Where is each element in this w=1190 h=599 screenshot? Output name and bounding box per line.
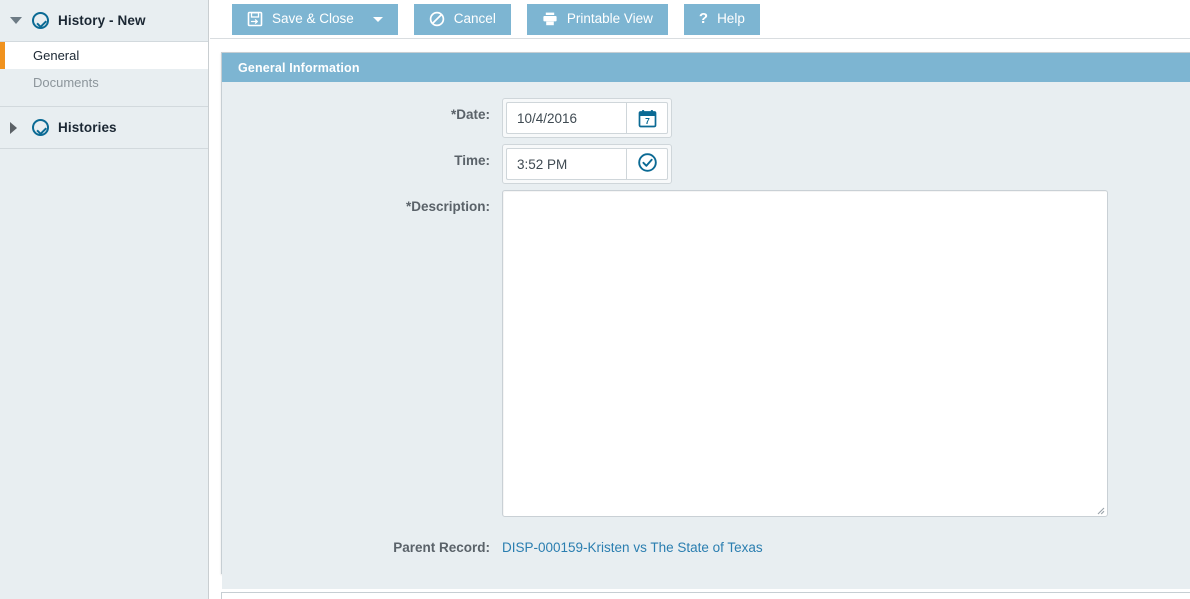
chevron-right-icon[interactable] — [10, 121, 32, 134]
date-field-group: 7 — [502, 98, 672, 138]
date-row: *Date: 7 — [222, 98, 1190, 138]
general-information-panel: General Information *Date: 10/4/2016 7 T… — [221, 52, 1190, 589]
sidebar: History - New General Documents Historie… — [0, 0, 209, 599]
printable-view-button[interactable]: Printable View — [526, 3, 668, 35]
calendar-icon: 7 — [638, 109, 657, 128]
sidebar-group-history-new[interactable]: History - New — [0, 0, 208, 42]
time-row: Time: — [222, 144, 1190, 184]
parent-record-label: Parent Record: — [393, 540, 490, 555]
printable-view-label: Printable View — [566, 10, 653, 26]
sidebar-group-label-histories: Histories — [58, 120, 117, 135]
time-field-group — [502, 144, 672, 184]
next-panel-left-border — [221, 592, 222, 599]
sidebar-group-label-history-new: History - New — [58, 13, 146, 28]
save-and-close-button[interactable]: Save & Close — [232, 3, 398, 35]
time-input[interactable] — [506, 148, 626, 180]
date-input[interactable] — [506, 102, 626, 134]
calendar-picker-button[interactable]: 7 — [626, 102, 668, 134]
date-label: *Date: — [450, 107, 490, 122]
help-button[interactable]: ? Help — [683, 3, 760, 35]
parent-record-row: Parent Record: DISP-000159-Kristen vs Th… — [222, 531, 1190, 565]
main-content: General Information *Date: 10/4/2016 7 T… — [210, 39, 1190, 599]
time-picker-button[interactable] — [626, 148, 668, 180]
parent-record-link[interactable]: DISP-000159-Kristen vs The State of Texa… — [502, 531, 763, 565]
clock-check-icon — [637, 152, 658, 176]
svg-text:7: 7 — [645, 116, 650, 126]
description-label: *Description: — [405, 199, 490, 214]
sidebar-spacer — [0, 96, 208, 106]
sidebar-item-general[interactable]: General — [0, 42, 208, 69]
toolbar: Save & Close Cancel Printable View ? Hel… — [210, 0, 1190, 38]
application-window: History - New General Documents Historie… — [0, 0, 1190, 599]
question-mark-icon: ? — [698, 9, 709, 27]
check-circle-icon — [32, 119, 49, 136]
save-icon — [247, 11, 263, 27]
cancel-label: Cancel — [453, 10, 496, 26]
save-and-close-label: Save & Close — [272, 10, 354, 26]
chevron-down-icon[interactable] — [10, 17, 32, 24]
check-circle-icon — [32, 12, 49, 29]
time-label: Time: — [454, 153, 490, 168]
chevron-down-icon[interactable] — [372, 16, 383, 22]
next-panel-top-border — [221, 592, 1190, 593]
cancel-button[interactable]: Cancel — [413, 3, 511, 35]
sidebar-group-histories[interactable]: Histories — [0, 107, 208, 149]
sidebar-item-label-general: General — [33, 48, 80, 63]
sidebar-item-label-documents: Documents — [33, 75, 99, 90]
panel-body: *Date: 7 — [222, 98, 1190, 589]
help-label: Help — [717, 10, 745, 26]
description-textarea[interactable] — [502, 190, 1108, 517]
sidebar-item-documents[interactable]: Documents — [0, 69, 208, 96]
description-field-wrapper — [502, 190, 1108, 517]
cancel-icon — [429, 11, 445, 27]
printer-icon — [542, 11, 558, 27]
panel-title: General Information — [222, 53, 1190, 82]
description-row: *Description: — [222, 190, 1190, 517]
